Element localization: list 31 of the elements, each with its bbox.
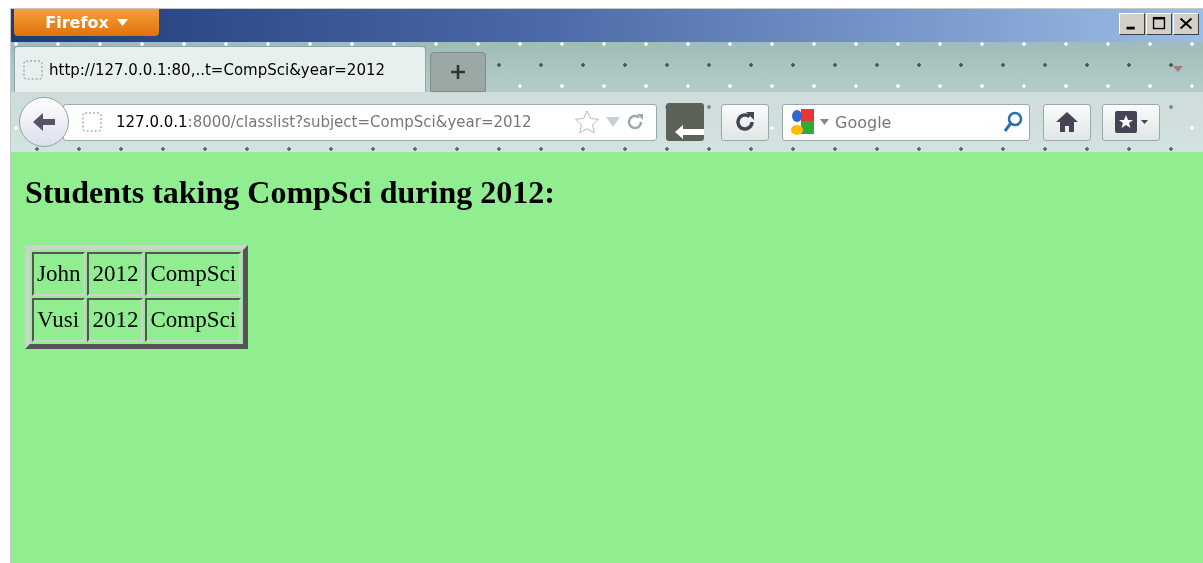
star-icon[interactable] bbox=[574, 110, 600, 134]
caret-icon bbox=[116, 19, 128, 26]
minimize-button[interactable] bbox=[1119, 13, 1145, 35]
bookmarks-button[interactable] bbox=[1102, 103, 1160, 141]
close-button[interactable] bbox=[1173, 13, 1199, 35]
back-arrow-icon bbox=[31, 111, 57, 133]
page-icon bbox=[23, 59, 43, 80]
star-folder-icon bbox=[1113, 109, 1149, 135]
reload-button[interactable] bbox=[721, 103, 769, 141]
tab[interactable]: http://127.0.0.1:80,..t=CompSci&year=2012 bbox=[14, 46, 426, 92]
page-icon bbox=[82, 112, 102, 132]
table-cell: CompSci bbox=[145, 298, 242, 342]
table-cell: 2012 bbox=[87, 298, 144, 342]
table-cell: Vusi bbox=[32, 298, 86, 342]
address-field[interactable]: 127.0.0.1:8000/classlist?subject=CompSci&year=2012 bbox=[63, 103, 657, 141]
search-icon[interactable] bbox=[1003, 111, 1023, 133]
table-cell: 2012 bbox=[87, 252, 144, 296]
table-cell: CompSci bbox=[145, 252, 242, 296]
search-box[interactable]: Google bbox=[782, 103, 1030, 141]
home-icon bbox=[1055, 111, 1079, 133]
google-icon[interactable] bbox=[789, 107, 816, 137]
search-field[interactable]: Google bbox=[833, 111, 999, 133]
new-tab-button[interactable] bbox=[430, 52, 486, 92]
back-button[interactable] bbox=[19, 97, 69, 147]
page-heading: Students taking CompSci during 2012: bbox=[25, 174, 556, 211]
home-button[interactable] bbox=[1043, 103, 1091, 141]
maximize-button[interactable] bbox=[1146, 13, 1172, 35]
reload-icon bbox=[733, 110, 757, 134]
caret-icon[interactable] bbox=[820, 119, 829, 125]
plus-icon bbox=[450, 64, 466, 80]
table-cell: John bbox=[32, 252, 86, 296]
